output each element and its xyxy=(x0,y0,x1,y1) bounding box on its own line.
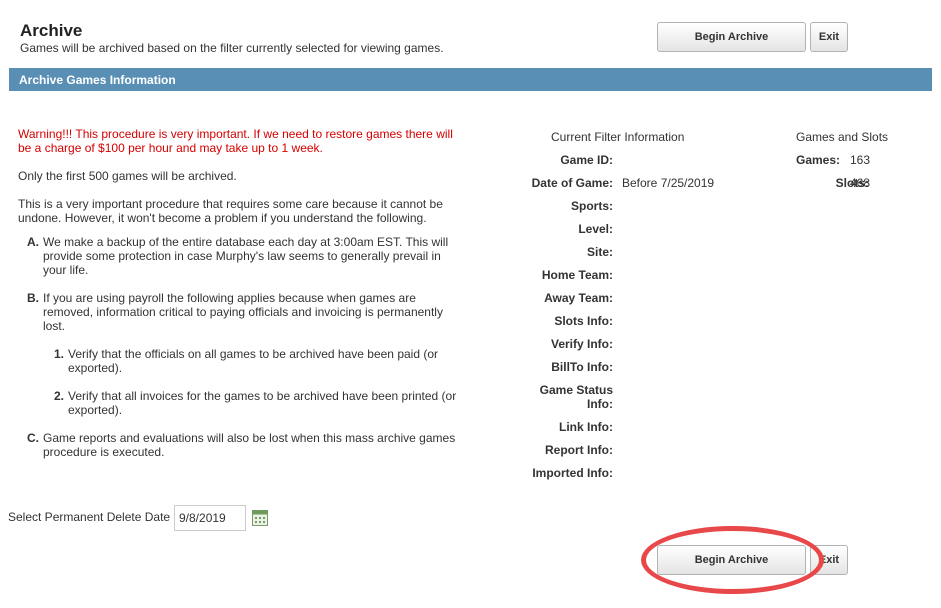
filter-label-slots-info: Slots Info: xyxy=(554,314,613,328)
games-slots-heading: Games and Slots xyxy=(796,130,889,144)
exit-button-bottom[interactable]: Exit xyxy=(810,545,848,575)
list-item-text: If you are using payroll the following a… xyxy=(43,291,443,333)
filter-label-date: Date of Game: xyxy=(531,176,613,190)
slots-count-value: 468 xyxy=(850,176,871,190)
list-item-marker: B. xyxy=(27,291,39,305)
list-item-text: We make a backup of the entire database … xyxy=(43,235,449,277)
list-item-text: Verify that the officials on all games t… xyxy=(68,347,439,375)
filter-label-level: Level: xyxy=(578,222,613,236)
intro-text: This is a very important procedure that … xyxy=(18,197,443,225)
warning-text: Warning!!! This procedure is very import… xyxy=(18,127,453,155)
sub-list-item: 1. Verify that the officials on all game… xyxy=(50,347,462,375)
filter-label-sports: Sports: xyxy=(571,199,613,213)
list-item-marker: C. xyxy=(27,431,39,445)
filter-label-imported-info: Imported Info: xyxy=(532,466,613,480)
games-count-value: 163 xyxy=(850,153,871,167)
list-item-text: Game reports and evaluations will also b… xyxy=(43,431,456,459)
begin-archive-button-bottom[interactable]: Begin Archive xyxy=(657,545,806,575)
calendar-icon[interactable] xyxy=(252,510,268,526)
filter-value-date: Before 7/25/2019 xyxy=(622,176,715,190)
list-item-text: Verify that all invoices for the games t… xyxy=(68,389,457,417)
filter-heading: Current Filter Information xyxy=(551,130,685,144)
list-item-marker: 2. xyxy=(53,389,64,403)
exit-button-top[interactable]: Exit xyxy=(810,22,848,52)
list-item: B. If you are using payroll the followin… xyxy=(25,291,455,333)
filter-label-site: Site: xyxy=(586,245,613,259)
section-header: Archive Games Information xyxy=(9,68,932,91)
delete-date-input[interactable] xyxy=(174,505,246,531)
filter-label-billto-info: BillTo Info: xyxy=(551,360,613,374)
filter-label-home-team: Home Team: xyxy=(541,268,613,282)
list-item-marker: 1. xyxy=(53,347,64,361)
limit-note: Only the first 500 games will be archive… xyxy=(18,169,237,183)
begin-archive-button-top[interactable]: Begin Archive xyxy=(657,22,806,52)
filter-label-game-status: Game Status Info: xyxy=(539,383,613,411)
list-item: C. Game reports and evaluations will als… xyxy=(25,431,460,459)
page-title: Archive xyxy=(20,21,83,40)
filter-label-report-info: Report Info: xyxy=(545,443,613,457)
list-item: A. We make a backup of the entire databa… xyxy=(25,235,455,277)
delete-date-label: Select Permanent Delete Date xyxy=(8,510,171,524)
filter-label-link-info: Link Info: xyxy=(559,420,613,434)
filter-label-away-team: Away Team: xyxy=(544,291,613,305)
list-item-marker: A. xyxy=(27,235,39,249)
page-subtitle: Games will be archived based on the filt… xyxy=(20,41,444,55)
filter-label-game-id: Game ID: xyxy=(560,153,613,167)
filter-label-verify-info: Verify Info: xyxy=(550,337,613,351)
sub-list-item: 2. Verify that all invoices for the game… xyxy=(50,389,462,417)
